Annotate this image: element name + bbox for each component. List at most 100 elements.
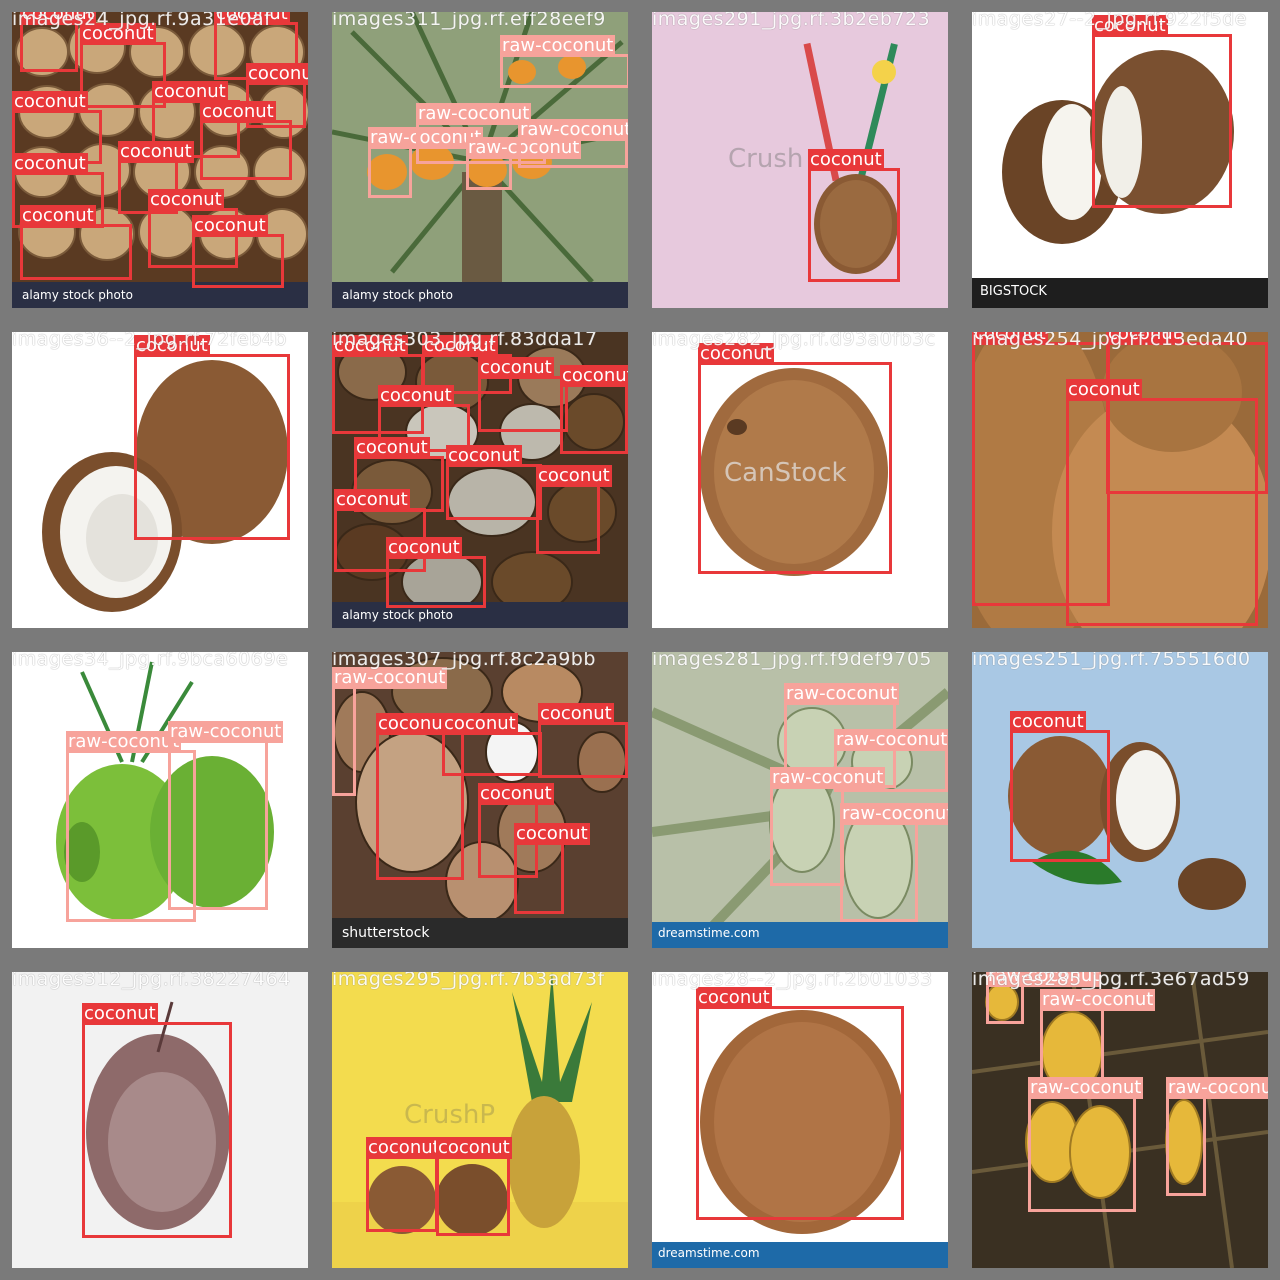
detection-box: raw-coconut: [770, 767, 886, 886]
detection-box: coconut: [560, 365, 628, 454]
dreamstime-watermark: dreamstime.com: [658, 1246, 760, 1260]
tile-title: images282_jpg.rf.d93a0fb3c: [652, 332, 936, 350]
detection-box: coconut: [200, 101, 292, 180]
tile-dried-coconut: coconut images312_jpg.rf.38227464: [12, 972, 308, 1268]
tile-palm-green: dreamstime.com raw-coconut raw-coconut r…: [652, 652, 948, 948]
tile-title: images303_jpg.rf.83dda17: [332, 332, 598, 350]
watermark-text: alamy stock photo: [22, 288, 133, 302]
detection-box: raw-coconut: [368, 127, 484, 198]
detection-box: raw-coconut: [466, 137, 582, 190]
watermark-text: alamy stock photo: [342, 608, 453, 622]
tile-title: images295_jpg.rf.7b3ad73f: [332, 972, 605, 990]
tile-title: images34_jpg.rf.9bca6069e: [12, 652, 289, 670]
detection-label: raw-coconut: [416, 103, 532, 125]
crush-watermark: Crush: [728, 144, 804, 174]
detection-label: coconut: [514, 823, 590, 845]
detection-label: coconut: [436, 1137, 512, 1159]
detection-label: coconut: [334, 489, 410, 511]
detection-label: coconut: [366, 1137, 442, 1159]
detection-label: coconut: [386, 537, 462, 559]
detection-box: coconut: [192, 215, 284, 288]
tile-cracked-coconut: BIGSTOCK coconut images27--2_jpg.rf.922f…: [972, 12, 1268, 308]
detection-label: raw-coconut: [168, 721, 284, 743]
detection-box: raw-coconut: [500, 35, 628, 88]
tile-yellow-coconuts: raw-coconut raw-coconut raw-coconut raw-…: [972, 972, 1268, 1268]
detection-box: raw-coconut: [840, 803, 948, 922]
detection-label: coconut: [478, 357, 554, 379]
tile-title: images24_jpg.rf.9a31e0af: [12, 12, 272, 30]
tile-coconut-pile: alamy stock photo coconut coconut coconu…: [12, 12, 308, 308]
detection-label: raw-coconut: [1166, 1077, 1268, 1099]
detection-label: coconut: [696, 987, 772, 1009]
detection-box: raw-coconut: [332, 667, 448, 796]
detection-label: coconut: [20, 205, 96, 227]
tile-whole-coconut: dreamstime.com coconut images28--2_jpg.r…: [652, 972, 948, 1268]
detection-box: coconut: [386, 537, 486, 608]
detection-label: coconut: [12, 153, 88, 175]
crush-watermark: CrushP: [404, 1100, 496, 1130]
detection-label: coconut: [536, 465, 612, 487]
tile-coconuts-ground: shutterstock raw-coconut coconut coconut…: [332, 652, 628, 948]
detection-label: raw-coconut: [1028, 1077, 1144, 1099]
detection-box: coconut: [1092, 15, 1232, 208]
detection-label: coconut: [1066, 379, 1142, 401]
detection-label: coconut: [446, 445, 522, 467]
tile-title: images312_jpg.rf.38227464: [12, 972, 291, 990]
detection-label: coconut: [442, 713, 518, 735]
detection-box: coconut: [366, 1137, 442, 1232]
tile-green-coconuts: raw-coconut raw-coconut images34_jpg.rf.…: [12, 652, 308, 948]
detection-label: coconut: [82, 1003, 158, 1025]
detection-box: coconut: [134, 335, 290, 540]
detection-label: coconut: [1010, 711, 1086, 733]
detection-label: raw-coconut: [66, 731, 182, 753]
detection-label: raw-coconut: [518, 119, 628, 141]
tile-title: images27--2_jpg.rf.922f5de: [972, 12, 1247, 30]
detection-label: coconut: [378, 385, 454, 407]
detection-box: raw-coconut: [986, 972, 1102, 1024]
detection-label: raw-coconut: [784, 683, 900, 705]
bigstock-watermark: BIGSTOCK: [980, 284, 1047, 299]
detection-label: coconut: [808, 149, 884, 171]
tile-title: images254_jpg.rf.c13eda40: [972, 332, 1249, 350]
tile-coconut-pineapple: CrushP coconut coconut images295_jpg.rf.…: [332, 972, 628, 1268]
alamy-watermark-bar: alamy stock photo: [332, 282, 628, 308]
detection-box: coconut: [478, 357, 568, 432]
detection-label: raw-coconut: [840, 803, 948, 825]
detection-label: raw-coconut: [1040, 989, 1156, 1011]
detection-box: coconut: [1010, 711, 1110, 862]
detection-label: coconut: [192, 215, 268, 237]
tile-coconut-blue: coconut images251_jpg.rf.755516d0: [972, 652, 1268, 948]
detection-label: coconut: [152, 81, 228, 103]
tile-title: images291_jpg.rf.3b2eb723: [652, 12, 931, 30]
detection-box: coconut: [514, 823, 590, 914]
detection-label: coconut: [538, 703, 614, 725]
detection-label: coconut: [376, 713, 452, 735]
shutterstock-watermark-bar: shutterstock: [332, 918, 628, 948]
detection-box: coconut: [808, 149, 900, 282]
detection-box: raw-coconut: [518, 119, 628, 168]
detection-label: raw-coconut: [500, 35, 616, 57]
detection-box: raw-coconut: [1166, 1077, 1268, 1196]
tile-coconut-half: coconut images36--2_jpg.rf.72feb4b: [12, 332, 308, 628]
detection-mosaic: alamy stock photo coconut coconut coconu…: [0, 0, 1280, 1280]
tile-palm-orange: alamy stock photo raw-coconut raw-coconu…: [332, 12, 628, 308]
detection-label: coconut: [12, 91, 88, 113]
detection-box: raw-coconut: [168, 721, 284, 910]
dreamstime-watermark: dreamstime.com: [658, 926, 760, 940]
detection-box: coconut: [1066, 379, 1258, 626]
detection-label: coconut: [118, 141, 194, 163]
tile-title: images285_jpg.rf.3e67ad59: [972, 972, 1250, 990]
detection-label: coconut: [478, 783, 554, 805]
detection-label: raw-coconut: [332, 667, 448, 689]
tile-single-coconut: CanStock coconut images282_jpg.rf.d93a0f…: [652, 332, 948, 628]
detection-label: coconut: [200, 101, 276, 123]
detection-box: coconut: [536, 465, 612, 554]
detection-label: coconut: [354, 437, 430, 459]
tile-coconut-drink: Crush coconut images291_jpg.rf.3b2eb723: [652, 12, 948, 308]
detection-box: coconut: [442, 713, 542, 776]
detection-box: raw-coconut: [1028, 1077, 1144, 1212]
tile-title: images307_jpg.rf.8c2a9bb: [332, 652, 596, 670]
tile-title: images36--2_jpg.rf.72feb4b: [12, 332, 287, 350]
tile-title: images251_jpg.rf.755516d0: [972, 652, 1251, 670]
detection-box: coconut: [698, 343, 892, 574]
